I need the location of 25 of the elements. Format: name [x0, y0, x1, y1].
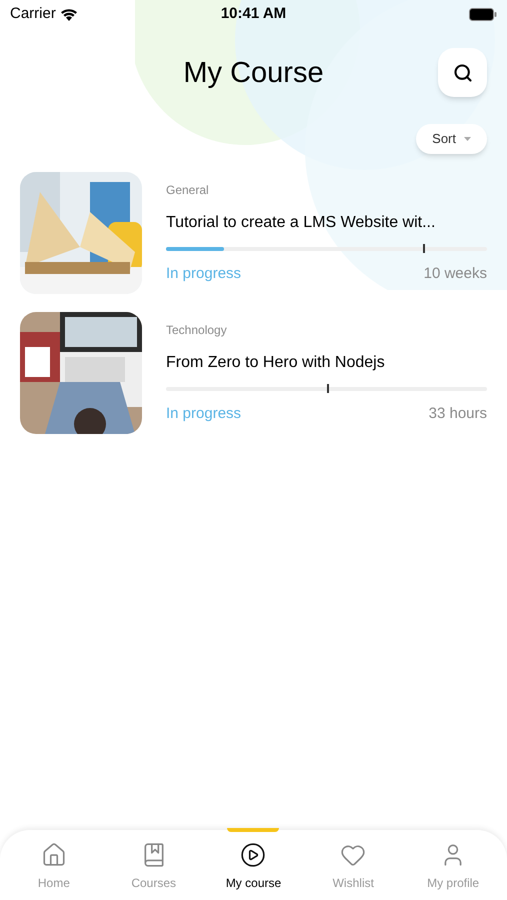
play-icon — [240, 842, 266, 868]
course-status: In progress — [166, 404, 242, 424]
course-category: General — [166, 182, 210, 199]
course-title: From Zero to Hero with Nodejs — [166, 352, 386, 373]
wifi-icon — [60, 8, 78, 20]
home-icon — [40, 842, 67, 868]
course-duration: 33 hours — [428, 404, 487, 424]
battery-icon — [469, 8, 497, 20]
tab-item[interactable]: My profile — [403, 830, 503, 900]
tab-item[interactable]: My course — [204, 830, 304, 900]
search-icon — [452, 62, 472, 82]
tab-item[interactable]: Wishlist — [303, 830, 404, 900]
search-button[interactable] — [438, 48, 487, 97]
tab-item[interactable]: Home — [4, 830, 104, 900]
course-category: Technology — [166, 322, 228, 339]
course-title: Tutorial to create a LMS Website wit... — [166, 212, 436, 233]
carrier-label: Carrier — [10, 4, 56, 24]
selected-indicator — [227, 828, 280, 832]
page-title: My Course — [183, 56, 324, 92]
course-status: In progress — [166, 264, 242, 284]
course-duration: 10 weeks — [424, 264, 487, 284]
caret-icon — [464, 137, 471, 141]
status-time: 10:41 AM — [220, 4, 286, 24]
tab-item[interactable]: Courses — [104, 830, 204, 900]
sort-button[interactable]: Sort — [416, 124, 487, 154]
